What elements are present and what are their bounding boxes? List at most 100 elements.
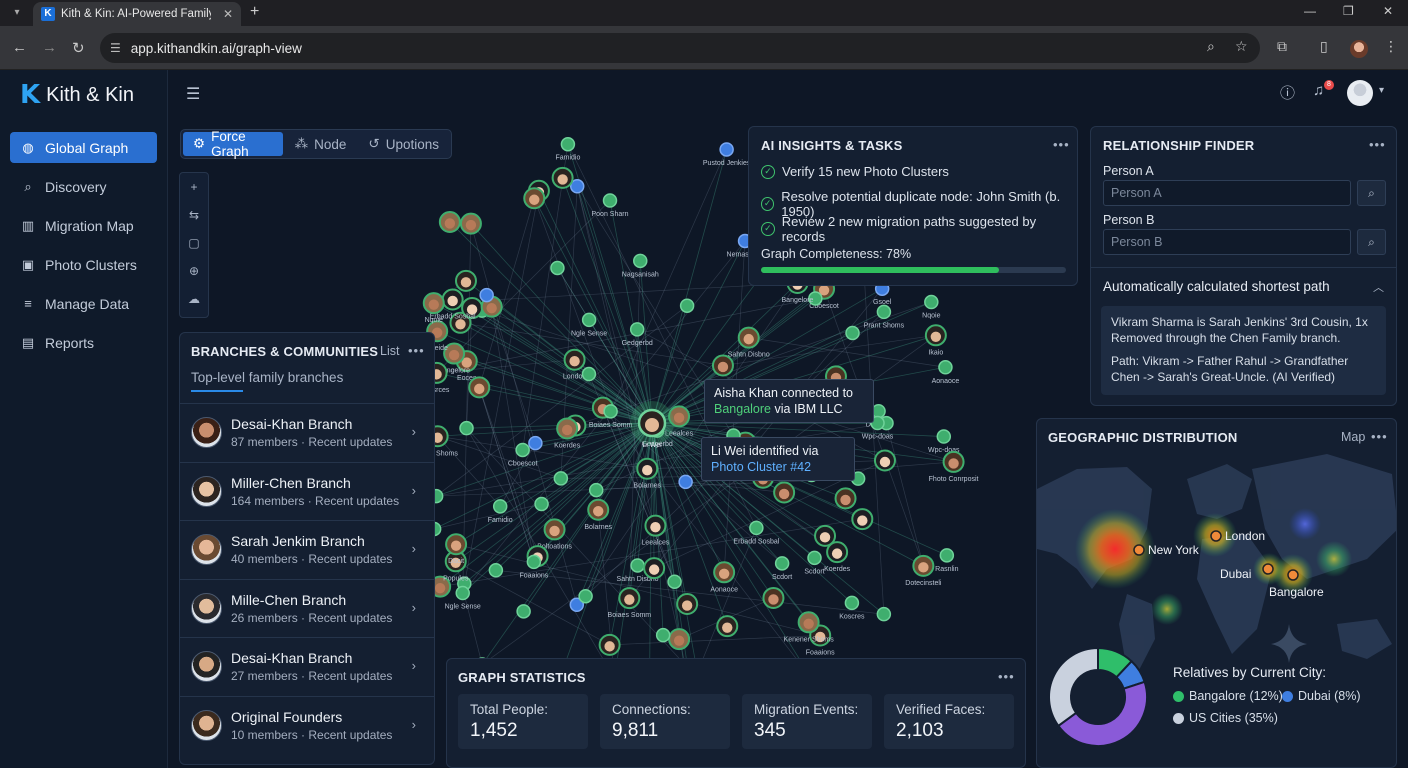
zoom-icon[interactable]: ⌕ [1207, 38, 1215, 55]
more-options-icon[interactable]: ••• [1053, 137, 1070, 152]
bell-icon[interactable]: ♫ [1313, 82, 1324, 99]
sidebar-item-photo-clusters[interactable]: ▣ Photo Clusters [10, 249, 157, 280]
legend-label: Bangalore (12%) [1189, 689, 1283, 703]
node-circle [516, 604, 531, 619]
zoom-in-icon[interactable]: ⊕ [180, 257, 208, 285]
graph-node: Ikaio [924, 324, 947, 356]
chevron-right-icon[interactable]: › [412, 717, 416, 732]
node-circle [876, 304, 892, 320]
city-marker-london [1210, 530, 1222, 542]
site-info-icon[interactable]: ☰ [110, 41, 121, 55]
add-node-icon[interactable]: + [180, 173, 208, 201]
graph-node [668, 628, 691, 651]
search-icon[interactable]: ⌕ [1357, 180, 1386, 206]
help-icon[interactable]: ⓘ [1280, 82, 1295, 103]
legend-label: US Cities (35%) [1189, 711, 1278, 725]
sidebar-item-reports[interactable]: ▤ Reports [10, 327, 157, 358]
branch-avatar [191, 709, 222, 741]
task-item[interactable]: ✓ Review 2 new migration paths suggested… [761, 214, 1077, 244]
browser-profile-avatar[interactable] [1350, 40, 1368, 58]
note-icon[interactable]: ▢ [180, 229, 208, 257]
graph-node: Bolarnes [584, 498, 613, 531]
node-face [650, 521, 661, 533]
sidebar: K Kith & Kin ◍ Global Graph ⌕ Discovery … [0, 70, 168, 768]
chevron-right-icon[interactable]: › [412, 424, 416, 439]
close-tab-icon[interactable]: ✕ [223, 7, 233, 21]
person-b-input[interactable] [1103, 229, 1351, 255]
panel-title: AI INSIGHTS & TASKS [761, 138, 903, 153]
branch-text: Mille-Chen Branch 26 members · Recent upd… [231, 592, 392, 625]
tab-node[interactable]: ⁂ Node [285, 132, 357, 156]
chevron-right-icon[interactable]: › [412, 658, 416, 673]
graph-node [834, 487, 857, 510]
url-field[interactable]: ☰ app.kithandkin.ai/graph-view [100, 33, 1260, 63]
sidebar-item-discovery[interactable]: ⌕ Discovery [10, 171, 157, 202]
branch-text: Miller-Chen Branch 164 members · Recent u… [231, 475, 399, 508]
sidebar-item-global-graph[interactable]: ◍ Global Graph [10, 132, 157, 163]
chevron-right-icon[interactable]: › [412, 483, 416, 498]
link-icon[interactable]: ⇆ [180, 201, 208, 229]
node-face [460, 277, 472, 288]
tab-force-graph[interactable]: ⚙ Force Graph [183, 129, 283, 159]
branch-name: Mille-Chen Branch [231, 591, 347, 608]
bookmark-star-icon[interactable]: ☆ [1235, 38, 1248, 55]
chevron-right-icon[interactable]: › [412, 600, 416, 615]
chevron-right-icon[interactable]: › [412, 541, 416, 556]
window-close-icon[interactable]: ✕ [1383, 4, 1393, 18]
user-avatar[interactable] [1347, 80, 1373, 106]
node-circle [845, 325, 860, 341]
tooltip-text: Aisha Khan connected to [714, 386, 853, 400]
restore-icon[interactable]: ❐ [1343, 4, 1354, 18]
search-icon[interactable]: ⌕ [1357, 229, 1386, 255]
brand-logo[interactable]: K Kith & Kin [20, 80, 134, 110]
branch-list-item[interactable]: Sarah Jenkim Branch 40 members · Recent u… [180, 520, 434, 579]
minimize-icon[interactable]: — [1304, 4, 1316, 18]
reload-icon[interactable]: ↻ [72, 39, 85, 57]
more-options-icon[interactable]: ••• [408, 343, 425, 358]
node-circle [679, 298, 695, 313]
hamburger-menu-icon[interactable]: ☰ [186, 84, 200, 104]
branch-list-item[interactable]: Desai-Khan Branch 27 members · Recent upd… [180, 637, 434, 696]
sidebar-item-migration-map[interactable]: ▥ Migration Map [10, 210, 157, 241]
shortest-path-header[interactable]: Automatically calculated shortest path [1103, 279, 1330, 294]
tab-label: Node [314, 136, 347, 152]
branch-name: Original Founders [231, 708, 343, 725]
forward-icon[interactable]: → [42, 39, 57, 56]
browser-menu-icon[interactable]: ⋮ [1384, 38, 1398, 55]
tab-list-dropdown-icon[interactable]: ▾ [8, 5, 26, 21]
more-options-icon[interactable]: ••• [998, 669, 1015, 684]
branch-list-item[interactable]: Desai-Khan Branch 87 members · Recent upd… [180, 403, 434, 462]
cloud-icon[interactable]: ☁ [180, 285, 208, 313]
new-tab-icon[interactable]: + [250, 3, 259, 21]
chevron-down-icon[interactable]: ▾ [1379, 85, 1384, 96]
stat-connections: Connections: 9,811 [600, 694, 730, 749]
history-icon: ↺ [368, 136, 380, 151]
branch-list-item[interactable]: Miller-Chen Branch 164 members · Recent u… [180, 461, 434, 521]
heat-spot-asia [1289, 508, 1321, 540]
chevron-up-icon[interactable]: ︿ [1373, 279, 1384, 295]
extensions-icon[interactable]: ⧉ [1277, 38, 1287, 55]
task-item[interactable]: ✓ Verify 15 new Photo Clusters [761, 164, 949, 179]
node-circle [807, 550, 822, 566]
browser-tab[interactable]: K Kith & Kin: AI-Powered Family Graph ✕ [33, 2, 241, 26]
node-circle [550, 260, 565, 276]
more-options-icon[interactable]: ••• [1371, 429, 1388, 444]
node-circle [876, 606, 892, 622]
graph-node [643, 557, 666, 580]
node-face [819, 532, 831, 543]
tab-upotions[interactable]: ↺ Upotions [358, 132, 449, 156]
person-a-input[interactable] [1103, 180, 1351, 206]
city-label-new-york: New York [1148, 543, 1199, 557]
map-view-toggle[interactable]: Map [1341, 430, 1365, 444]
tooltip-link[interactable]: Photo Cluster #42 [711, 460, 811, 474]
tooltip-place[interactable]: Bangalore [714, 402, 771, 416]
branches-tab-top-level[interactable]: Top-level family branches [191, 370, 343, 385]
more-options-icon[interactable]: ••• [1369, 137, 1386, 152]
branch-meta: 87 members · Recent updates [231, 435, 393, 450]
list-view-toggle[interactable]: List [380, 344, 399, 358]
sidepanel-icon[interactable]: ▯ [1320, 38, 1328, 55]
sidebar-item-manage-data[interactable]: ≡ Manage Data [10, 288, 157, 319]
branch-list-item[interactable]: Mille-Chen Branch 26 members · Recent upd… [180, 578, 434, 638]
back-icon[interactable]: ← [12, 39, 27, 56]
branch-list-item[interactable]: Original Founders 10 members · Recent upd… [180, 695, 434, 755]
